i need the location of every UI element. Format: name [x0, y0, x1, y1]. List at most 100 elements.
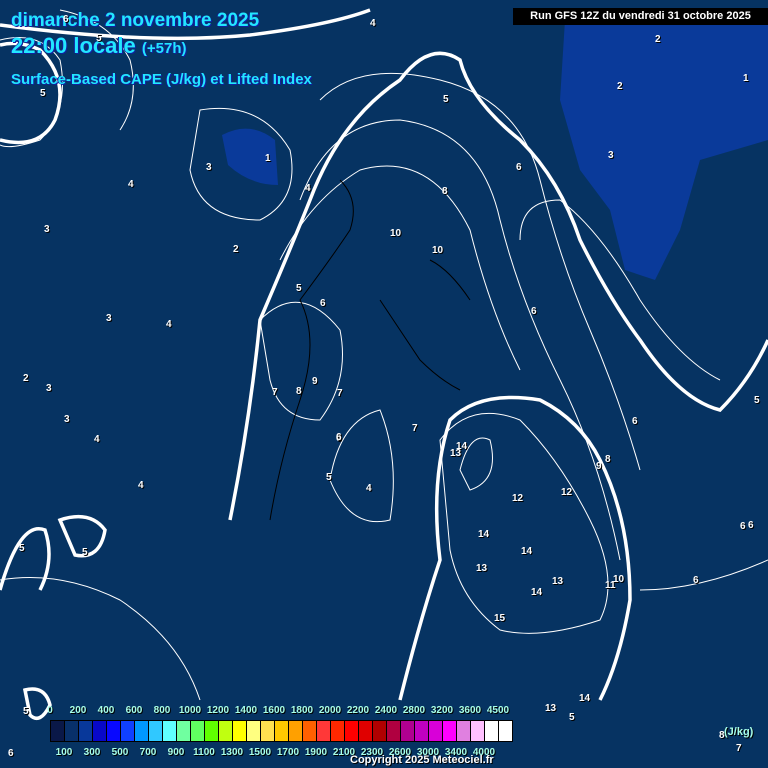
contour-label: 8 — [442, 186, 448, 197]
legend-swatch — [261, 721, 275, 741]
contour-label: 6 — [740, 521, 746, 532]
contour-label: 5 — [40, 88, 46, 99]
contour-label: 13 — [476, 563, 488, 574]
contour-label: 4 — [166, 319, 172, 330]
legend-top-label: 2400 — [374, 705, 398, 716]
legend-top-label: 0 — [47, 705, 53, 716]
legend-swatch — [359, 721, 373, 741]
legend-swatch — [149, 721, 163, 741]
legend-top-label: 400 — [97, 705, 115, 716]
contour-label: 7 — [412, 423, 418, 434]
contour-label: 7 — [337, 388, 343, 399]
contour-label: 8 — [605, 454, 611, 465]
contour-label: 4 — [305, 183, 311, 194]
contour-label: 4 — [138, 480, 144, 491]
contour-label: 2 — [233, 244, 239, 255]
legend-unit: (J/kg) — [724, 726, 754, 738]
contour-label: 6 — [8, 748, 14, 759]
contour-label: 14 — [531, 587, 543, 598]
contour-label: 4 — [366, 483, 372, 494]
legend-swatch — [457, 721, 471, 741]
legend-top-label: 600 — [125, 705, 143, 716]
legend-swatch — [191, 721, 205, 741]
contour-label: 10 — [613, 574, 625, 585]
legend-swatch — [135, 721, 149, 741]
legend-swatch — [345, 721, 359, 741]
contour-label: 12 — [561, 487, 573, 498]
contour-label: 9 — [596, 461, 602, 472]
legend-top-label: 800 — [153, 705, 171, 716]
contour-label: 5 — [96, 33, 102, 44]
legend-bottom-label: 1900 — [304, 747, 328, 758]
legend-swatch — [387, 721, 401, 741]
legend-swatch — [233, 721, 247, 741]
contour-label: 1 — [265, 153, 271, 164]
legend-swatch — [247, 721, 261, 741]
contour-label: 12 — [512, 493, 524, 504]
contour-label: 2 — [617, 81, 623, 92]
legend-swatch — [485, 721, 499, 741]
legend-swatch — [373, 721, 387, 741]
contour-label: 6 — [63, 14, 69, 25]
legend-top-label: 3200 — [430, 705, 454, 716]
legend-swatch — [219, 721, 233, 741]
contour-label: 5 — [19, 543, 25, 554]
parameter-title: Surface-Based CAPE (J/kg) et Lifted Inde… — [11, 71, 312, 88]
legend-bottom-label: 300 — [83, 747, 101, 758]
legend-swatch — [51, 721, 65, 741]
legend-bottom-label: 500 — [111, 747, 129, 758]
legend-swatch — [93, 721, 107, 741]
legend-swatch — [163, 721, 177, 741]
contour-label: 13 — [552, 576, 564, 587]
contour-label: 14 — [579, 693, 591, 704]
color-legend — [50, 720, 513, 742]
legend-top-label: 2800 — [402, 705, 426, 716]
contour-label: 5 — [754, 395, 760, 406]
lead-time: (+57h) — [141, 40, 187, 57]
legend-bottom-label: 900 — [167, 747, 185, 758]
contour-label: 10 — [432, 245, 444, 256]
copyright: Copyright 2025 Meteociel.fr — [350, 754, 494, 766]
legend-swatch — [443, 721, 457, 741]
legend-swatch — [177, 721, 191, 741]
contour-label: 6 — [516, 162, 522, 173]
legend-swatch — [275, 721, 289, 741]
legend-top-label: 4500 — [486, 705, 510, 716]
contour-label: 6 — [531, 306, 537, 317]
legend-swatch — [499, 721, 512, 741]
legend-swatch — [471, 721, 485, 741]
legend-bottom-label: 700 — [139, 747, 157, 758]
legend-top-label: 3600 — [458, 705, 482, 716]
contour-label: 5 — [296, 283, 302, 294]
legend-swatch — [205, 721, 219, 741]
legend-bottom-label: 1100 — [193, 747, 215, 758]
contour-label: 7 — [736, 743, 742, 754]
contour-label: 5 — [569, 712, 575, 723]
contour-label: 6 — [632, 416, 638, 427]
contour-label: 15 — [494, 613, 506, 624]
contour-label: 4 — [94, 434, 100, 445]
contour-label: 8 — [296, 386, 302, 397]
contour-label: 6 — [693, 575, 699, 586]
contour-label: 5 — [82, 547, 88, 558]
legend-swatch — [415, 721, 429, 741]
legend-swatch — [331, 721, 345, 741]
contour-label: 13 — [545, 703, 557, 714]
contour-label: 10 — [390, 228, 402, 239]
local-time: 22:00 locale — [11, 33, 136, 58]
legend-swatch — [121, 721, 135, 741]
contour-label: 3 — [206, 162, 212, 173]
contour-label: 3 — [106, 313, 112, 324]
contour-label: 5 — [326, 472, 332, 483]
contour-label: 9 — [312, 376, 318, 387]
legend-bottom-label: 1700 — [276, 747, 300, 758]
contour-label: 3 — [64, 414, 70, 425]
contour-label: 2 — [23, 373, 29, 384]
contour-label: 2 — [655, 34, 661, 45]
contour-label: 3 — [608, 150, 614, 161]
legend-swatch — [65, 721, 79, 741]
contour-label: 7 — [272, 387, 278, 398]
contour-label: 3 — [46, 383, 52, 394]
contour-label: 1 — [743, 73, 749, 84]
legend-swatch — [79, 721, 93, 741]
